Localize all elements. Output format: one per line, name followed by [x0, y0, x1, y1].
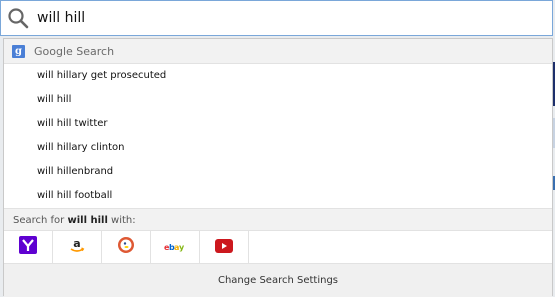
ebay-engine-button[interactable]: e b a y	[151, 231, 200, 263]
search-with-prefix: Search for	[13, 215, 68, 226]
change-search-settings-label: Change Search Settings	[217, 275, 338, 286]
youtube-engine-button[interactable]	[200, 231, 249, 263]
amazon-icon: a	[68, 236, 86, 258]
one-off-engine-buttons: a e b a y	[4, 231, 552, 264]
suggestion-list: will hillary get prosecuted will hill wi…	[4, 64, 552, 208]
search-icon[interactable]	[1, 1, 35, 35]
engine-header-label: Google Search	[34, 44, 115, 58]
ebay-icon: e b a y	[164, 238, 186, 257]
suggestion-item[interactable]: will hillary get prosecuted	[4, 64, 552, 88]
svg-text:y: y	[179, 243, 185, 252]
svg-text:a: a	[73, 237, 80, 250]
suggestion-item[interactable]: will hillenbrand	[4, 160, 552, 184]
engine-header: g Google Search	[4, 39, 552, 64]
duckduckgo-icon	[117, 236, 135, 258]
duckduckgo-engine-button[interactable]	[102, 231, 151, 263]
search-bar	[0, 0, 553, 36]
suggestion-item[interactable]: will hill football	[4, 184, 552, 208]
youtube-icon	[215, 238, 233, 257]
suggestion-item[interactable]: will hillary clinton	[4, 136, 552, 160]
suggestion-item[interactable]: will hill twitter	[4, 112, 552, 136]
search-input[interactable]	[37, 10, 517, 26]
google-g-icon: g	[12, 44, 25, 58]
yahoo-icon	[19, 236, 37, 258]
search-with-query: will hill	[67, 215, 108, 226]
change-search-settings-button[interactable]: Change Search Settings	[4, 264, 552, 297]
search-suggestions-popup: g Google Search will hillary get prosecu…	[3, 38, 553, 297]
search-with-label: Search for will hill with:	[4, 208, 552, 231]
yahoo-engine-button[interactable]	[4, 231, 53, 263]
search-with-suffix: with:	[107, 215, 136, 226]
suggestion-item[interactable]: will hill	[4, 88, 552, 112]
amazon-engine-button[interactable]: a	[53, 231, 102, 263]
